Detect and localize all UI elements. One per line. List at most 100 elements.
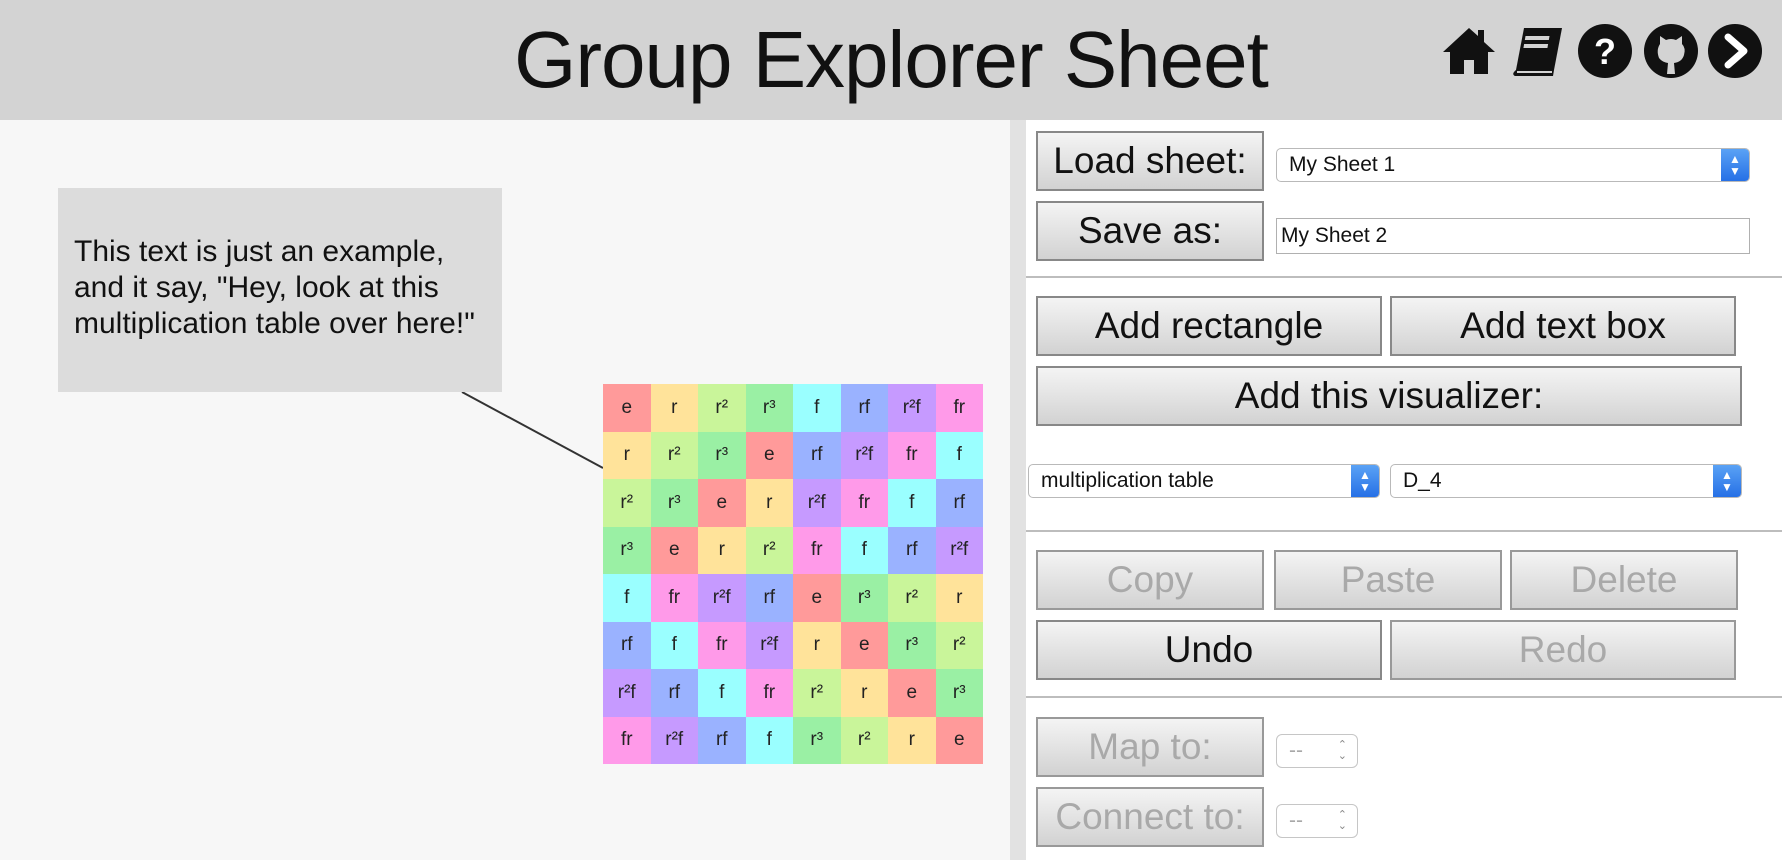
table-cell: f	[793, 384, 841, 432]
table-cell: r	[745, 479, 793, 527]
table-cell: fr	[745, 669, 793, 717]
table-cell: rf	[888, 526, 936, 574]
table-cell: fr	[698, 621, 746, 669]
table-cell: fr	[840, 479, 888, 527]
select-arrows-icon: ▲ ▼	[1713, 465, 1741, 497]
map-to-select[interactable]: -- ⌃ ⌄	[1276, 734, 1358, 768]
table-cell: f	[698, 669, 746, 717]
stepper-arrows-icon: ⌃ ⌄	[1337, 739, 1347, 762]
table-cell: r	[888, 716, 936, 764]
table-cell: fr	[603, 716, 651, 764]
connect-to-selected: --	[1289, 809, 1303, 832]
save-as-button[interactable]: Save as:	[1036, 201, 1264, 261]
table-cell: e	[793, 574, 841, 622]
table-cell: r²	[888, 574, 936, 622]
add-text-box-button[interactable]: Add text box	[1390, 296, 1736, 356]
table-cell: f	[650, 621, 698, 669]
table-cell: fr	[793, 526, 841, 574]
table-cell: r	[793, 621, 841, 669]
table-cell: r³	[793, 716, 841, 764]
table-cell: r	[603, 431, 651, 479]
table-cell: e	[935, 716, 983, 764]
redo-button[interactable]: Redo	[1390, 620, 1736, 680]
divider	[1026, 530, 1782, 532]
table-cell: r³	[840, 574, 888, 622]
sheet-text-box-text: This text is just an example, and it say…	[74, 235, 475, 340]
connect-to-select[interactable]: -- ⌃ ⌄	[1276, 804, 1358, 838]
table-cell: f	[840, 526, 888, 574]
table-cell: r²	[745, 526, 793, 574]
table-cell: r³	[745, 384, 793, 432]
svg-text:?: ?	[1594, 31, 1616, 72]
group-selected: D_4	[1403, 469, 1442, 492]
save-as-input[interactable]: My Sheet 2	[1276, 218, 1750, 254]
visualizer-type-select[interactable]: multiplication table ▲ ▼	[1028, 464, 1380, 498]
table-cell: f	[745, 716, 793, 764]
table-cell: r³	[698, 431, 746, 479]
table-cell: r²	[935, 621, 983, 669]
table-cell: fr	[935, 384, 983, 432]
copy-button[interactable]: Copy	[1036, 550, 1264, 610]
table-cell: r²f	[793, 479, 841, 527]
table-cell: f	[888, 479, 936, 527]
add-visualizer-button[interactable]: Add this visualizer:	[1036, 366, 1742, 426]
table-cell: r	[698, 526, 746, 574]
table-cell: rf	[745, 574, 793, 622]
table-cell: r²	[650, 431, 698, 479]
table-cell: e	[745, 431, 793, 479]
table-cell: f	[603, 574, 651, 622]
table-cell: rf	[935, 479, 983, 527]
connect-to-button[interactable]: Connect to:	[1036, 787, 1264, 847]
control-panel: Load sheet: My Sheet 1 ▲ ▼ Save as: My Sh…	[1026, 120, 1782, 860]
table-cell: e	[888, 669, 936, 717]
table-cell: f	[935, 431, 983, 479]
home-icon[interactable]	[1440, 22, 1498, 80]
table-cell: r²	[793, 669, 841, 717]
table-cell: rf	[698, 716, 746, 764]
table-cell: r²f	[603, 669, 651, 717]
table-cell: r	[935, 574, 983, 622]
map-to-selected: --	[1289, 739, 1303, 762]
table-cell: rf	[650, 669, 698, 717]
multiplication-table-visualizer[interactable]: e r r² r³ f rf r²f fr r r² r³ e rf r²f fr f r² r³ e r r²f fr f…	[603, 384, 983, 764]
header-bar: Group Explorer Sheet ?	[0, 0, 1782, 120]
load-sheet-select[interactable]: My Sheet 1 ▲ ▼	[1276, 148, 1750, 182]
table-cell: r²f	[840, 431, 888, 479]
divider	[1026, 276, 1782, 278]
table-cell: r³	[650, 479, 698, 527]
book-icon[interactable]	[1508, 22, 1566, 80]
table-cell: r³	[603, 526, 651, 574]
table-cell: rf	[840, 384, 888, 432]
table-cell: r	[650, 384, 698, 432]
panel-splitter[interactable]	[1010, 120, 1026, 860]
visualizer-type-selected: multiplication table	[1041, 469, 1214, 492]
table-cell: r²f	[888, 384, 936, 432]
group-select[interactable]: D_4 ▲ ▼	[1390, 464, 1742, 498]
undo-button[interactable]: Undo	[1036, 620, 1382, 680]
table-cell: e	[698, 479, 746, 527]
divider	[1026, 696, 1782, 698]
table-cell: r²f	[650, 716, 698, 764]
load-sheet-button[interactable]: Load sheet:	[1036, 131, 1264, 191]
map-to-button[interactable]: Map to:	[1036, 717, 1264, 777]
sheet-text-box[interactable]: This text is just an example, and it say…	[58, 188, 502, 392]
table-cell: r²	[603, 479, 651, 527]
table-cell: r²	[840, 716, 888, 764]
table-cell: r²f	[745, 621, 793, 669]
table-cell: r³	[935, 669, 983, 717]
table-cell: e	[840, 621, 888, 669]
help-icon[interactable]: ?	[1576, 22, 1634, 80]
next-icon[interactable]	[1706, 22, 1764, 80]
table-cell: rf	[603, 621, 651, 669]
sheet-canvas[interactable]: This text is just an example, and it say…	[0, 120, 1010, 860]
add-rectangle-button[interactable]: Add rectangle	[1036, 296, 1382, 356]
stepper-arrows-icon: ⌃ ⌄	[1337, 809, 1347, 832]
table-cell: e	[603, 384, 651, 432]
delete-button[interactable]: Delete	[1510, 550, 1738, 610]
select-arrows-icon: ▲ ▼	[1351, 465, 1379, 497]
select-arrows-icon: ▲ ▼	[1721, 149, 1749, 181]
table-cell: r	[840, 669, 888, 717]
paste-button[interactable]: Paste	[1274, 550, 1502, 610]
github-icon[interactable]	[1642, 22, 1700, 80]
load-sheet-selected: My Sheet 1	[1289, 153, 1396, 176]
